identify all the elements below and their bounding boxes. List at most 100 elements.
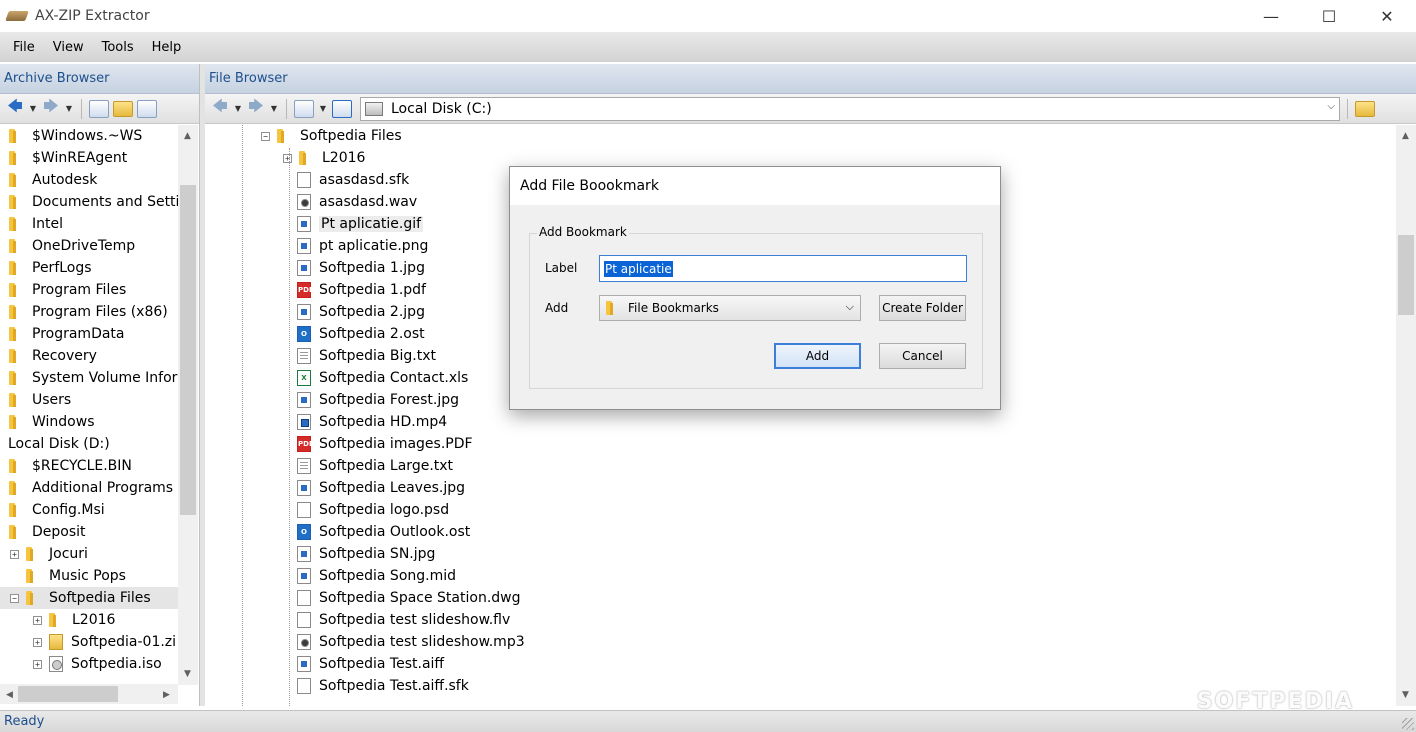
open-folder-icon[interactable] (1355, 100, 1375, 117)
scroll-up-icon[interactable]: ▲ (1397, 127, 1414, 144)
file-list-item-label: Softpedia images.PDF (319, 436, 473, 452)
bookmark-icon[interactable] (332, 99, 352, 118)
tree-item[interactable]: + L2016 (0, 609, 180, 631)
tree-item[interactable]: − Softpedia Files (0, 587, 180, 609)
scroll-left-icon[interactable]: ◀ (1, 686, 18, 703)
archive-tree[interactable]: $Windows.~WS $WinREAgent Autodesk Documents… (0, 125, 180, 685)
scroll-down-icon[interactable]: ▼ (1397, 686, 1414, 703)
file-list-item[interactable]: Softpedia SN.jpg (257, 543, 1387, 565)
expand-toggle-icon[interactable]: + (33, 615, 42, 625)
file-vertical-scrollbar[interactable]: ▲ ▼ (1396, 125, 1416, 706)
drive-selector[interactable]: Local Disk (C:) ⌵ (360, 96, 1340, 121)
close-button[interactable]: ✕ (1358, 0, 1416, 32)
tree-item[interactable]: $Windows.~WS (0, 125, 180, 147)
back-dropdown-icon[interactable]: ▼ (28, 104, 38, 113)
back-arrow-icon[interactable]: 🡄 (6, 97, 24, 120)
file-list-item[interactable]: Softpedia Large.txt (257, 455, 1387, 477)
archive-vertical-scrollbar[interactable]: ▲ ▼ (178, 125, 198, 685)
outlook-file-icon: O (297, 326, 311, 342)
menu-help[interactable]: Help (143, 40, 191, 55)
scroll-down-icon[interactable]: ▼ (179, 665, 196, 682)
tree-item[interactable]: + Softpedia-01.zi (0, 631, 180, 653)
expand-toggle-icon[interactable]: + (10, 549, 19, 559)
tree-item[interactable]: Deposit (0, 521, 180, 543)
extract-folder-icon[interactable] (113, 100, 133, 117)
tree-item[interactable]: Program Files (x86) (0, 301, 180, 323)
label-input[interactable]: Pt aplicatie (599, 255, 967, 282)
view-mode-icon[interactable] (294, 99, 314, 118)
scroll-thumb[interactable] (18, 686, 118, 702)
file-list-item[interactable]: Softpedia Leaves.jpg (257, 477, 1387, 499)
toolbar-separator (1347, 98, 1348, 119)
expand-toggle-icon[interactable]: − (10, 593, 19, 603)
back-dropdown-icon[interactable]: ▼ (233, 104, 243, 113)
tree-item[interactable]: ProgramData (0, 323, 180, 345)
tree-item-root[interactable]: − Softpedia Files (261, 125, 1387, 147)
tree-item[interactable]: Program Files (0, 279, 180, 301)
minimize-button[interactable]: — (1242, 0, 1300, 32)
forward-dropdown-icon[interactable]: ▼ (269, 104, 279, 113)
file-list-item[interactable]: Softpedia test slideshow.flv (257, 609, 1387, 631)
text-file-icon (297, 458, 311, 474)
collapse-toggle-icon[interactable]: − (261, 131, 270, 141)
scroll-thumb[interactable] (180, 185, 196, 515)
file-list-item[interactable]: Softpedia Space Station.dwg (257, 587, 1387, 609)
iso-file-icon (49, 656, 63, 672)
tree-item[interactable]: $WinREAgent (0, 147, 180, 169)
tree-item[interactable]: $RECYCLE.BIN (0, 455, 180, 477)
tree-item[interactable]: Intel (0, 213, 180, 235)
tree-item[interactable]: + Softpedia.iso (0, 653, 180, 675)
file-list-item[interactable]: PDF Softpedia images.PDF (257, 433, 1387, 455)
menu-tools[interactable]: Tools (93, 40, 143, 55)
expand-toggle-icon[interactable]: + (283, 153, 292, 163)
img-file-icon (297, 392, 311, 408)
file-list-item[interactable]: O Softpedia Outlook.ost (257, 521, 1387, 543)
chevron-down-icon[interactable]: ⌵ (1327, 101, 1335, 112)
file-list-item[interactable]: Softpedia Test.aiff (257, 653, 1387, 675)
resize-grip-icon[interactable] (1402, 718, 1414, 730)
add-button[interactable]: Add (774, 343, 861, 369)
file-list-item[interactable]: Softpedia HD.mp4 (257, 411, 1387, 433)
forward-arrow-icon[interactable]: 🡆 (247, 97, 265, 120)
forward-arrow-icon[interactable]: 🡆 (42, 97, 60, 120)
blank-file-icon (297, 172, 311, 188)
tree-item[interactable]: OneDriveTemp (0, 235, 180, 257)
tree-item[interactable]: System Volume Inform (0, 367, 180, 389)
tree-item[interactable]: Music Pops (0, 565, 180, 587)
chevron-down-icon[interactable]: ⌵ (846, 300, 854, 314)
tree-item-label: Music Pops (49, 568, 126, 584)
menu-file[interactable]: File (4, 40, 44, 55)
file-list-item[interactable]: Softpedia logo.psd (257, 499, 1387, 521)
scroll-up-icon[interactable]: ▲ (179, 127, 196, 144)
forward-dropdown-icon[interactable]: ▼ (64, 104, 74, 113)
archive-horizontal-scrollbar[interactable]: ◀ ▶ (0, 684, 178, 704)
back-arrow-icon[interactable]: 🡄 (211, 97, 229, 120)
cancel-button[interactable]: Cancel (879, 343, 966, 369)
view-mode-dropdown-icon[interactable]: ▼ (318, 104, 328, 113)
tree-item[interactable]: + Jocuri (0, 543, 180, 565)
scroll-thumb[interactable] (1398, 235, 1414, 315)
archive-refresh-icon[interactable] (137, 99, 157, 118)
tree-item[interactable]: PerfLogs (0, 257, 180, 279)
menu-view[interactable]: View (44, 40, 93, 55)
tree-item[interactable]: Users (0, 389, 180, 411)
file-list-item[interactable]: Softpedia Song.mid (257, 565, 1387, 587)
tree-item[interactable]: Documents and Settin (0, 191, 180, 213)
tree-item[interactable]: Windows (0, 411, 180, 433)
tree-item[interactable]: Config.Msi (0, 499, 180, 521)
file-list-item-label: asasdasd.wav (319, 194, 418, 210)
tree-item[interactable]: Recovery (0, 345, 180, 367)
maximize-button[interactable]: ☐ (1300, 0, 1358, 32)
expand-toggle-icon[interactable]: + (33, 659, 42, 669)
bookmark-folder-select[interactable]: File Bookmarks ⌵ (599, 295, 861, 321)
scroll-right-icon[interactable]: ▶ (158, 686, 175, 703)
tree-item[interactable]: Local Disk (D:) (0, 433, 180, 455)
archive-view-icon[interactable] (89, 99, 109, 118)
create-folder-button[interactable]: Create Folder (879, 295, 966, 321)
expand-toggle-icon[interactable]: + (33, 637, 42, 647)
tree-item-label: Intel (32, 216, 63, 232)
tree-item[interactable]: Autodesk (0, 169, 180, 191)
folder-icon (9, 393, 23, 407)
file-list-item[interactable]: Softpedia test slideshow.mp3 (257, 631, 1387, 653)
tree-item[interactable]: Additional Programs (0, 477, 180, 499)
